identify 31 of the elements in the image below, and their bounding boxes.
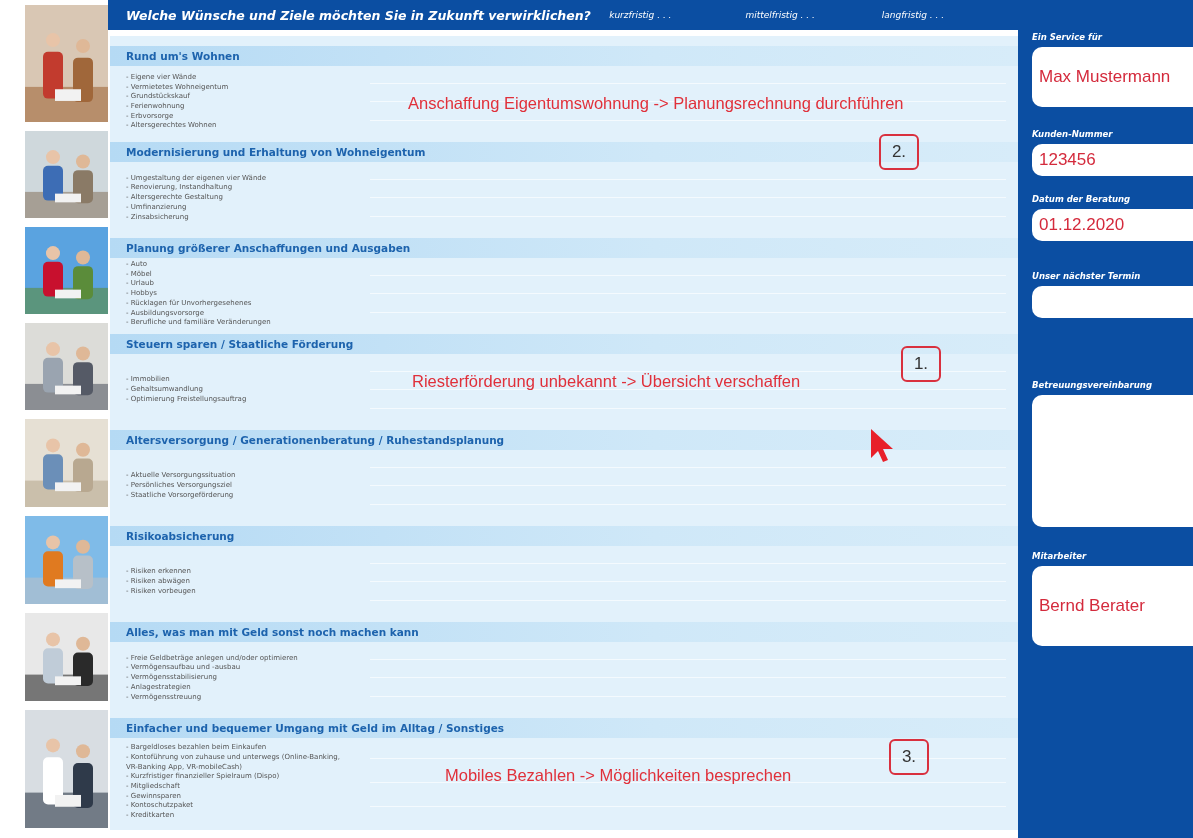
column-heading: langfristig . . . xyxy=(881,10,946,20)
section-title: Alles, was man mit Geld sonst noch machen kann xyxy=(126,626,419,638)
cursor-icon xyxy=(870,428,894,464)
input-field[interactable]: 123456 xyxy=(1032,144,1193,176)
section-title: Rund um's Wohnen xyxy=(126,50,240,62)
column-heading: kurzfristig . . . xyxy=(609,10,673,20)
annotation-note: Riesterförderung unbekannt -> Übersicht verschaffen xyxy=(412,372,801,391)
field-label: Datum der Beratung xyxy=(1032,194,1132,204)
step-marker: 3. xyxy=(889,739,929,775)
field-label: Kunden-Nummer xyxy=(1032,129,1114,139)
input-field[interactable]: 01.12.2020 xyxy=(1032,209,1193,241)
field-label: Mitarbeiter xyxy=(1032,551,1088,561)
step-marker: 2. xyxy=(879,134,919,170)
annotation-note: Mobiles Bezahlen -> Möglichkeiten besprechen xyxy=(445,766,792,785)
input-field[interactable]: Bernd Berater xyxy=(1032,566,1193,646)
header-title: Welche Wünsche und Ziele möchten Sie in Zukunft verwirklichen? xyxy=(126,7,592,23)
annotation-note: Anschaffung Eigentumswohnung -> Planungsrechnung durchführen xyxy=(408,94,904,113)
field-label: Betreuungsvereinbarung xyxy=(1032,380,1153,390)
field-label: Unser nächster Termin xyxy=(1032,271,1142,281)
step-marker: 1. xyxy=(901,346,941,382)
section-title: Einfacher und bequemer Umgang mit Geld im Alltag / Sonstiges xyxy=(126,722,505,734)
input-field[interactable] xyxy=(1032,395,1193,527)
field-label: Ein Service für xyxy=(1032,32,1104,42)
section-title: Risikoabsicherung xyxy=(126,530,235,542)
input-field[interactable] xyxy=(1032,286,1193,318)
section-title: Planung größerer Anschaffungen und Ausgaben xyxy=(126,242,411,254)
section-title: Altersversorgung / Generationenberatung / Ruhestandsplanung xyxy=(126,434,505,446)
column-heading: mittelfristig . . . xyxy=(745,10,816,20)
input-field[interactable]: Max Mustermann xyxy=(1032,47,1193,107)
section-title: Steuern sparen / Staatliche Förderung xyxy=(126,338,354,350)
section-title: Modernisierung und Erhaltung von Wohneigentum xyxy=(126,146,426,158)
